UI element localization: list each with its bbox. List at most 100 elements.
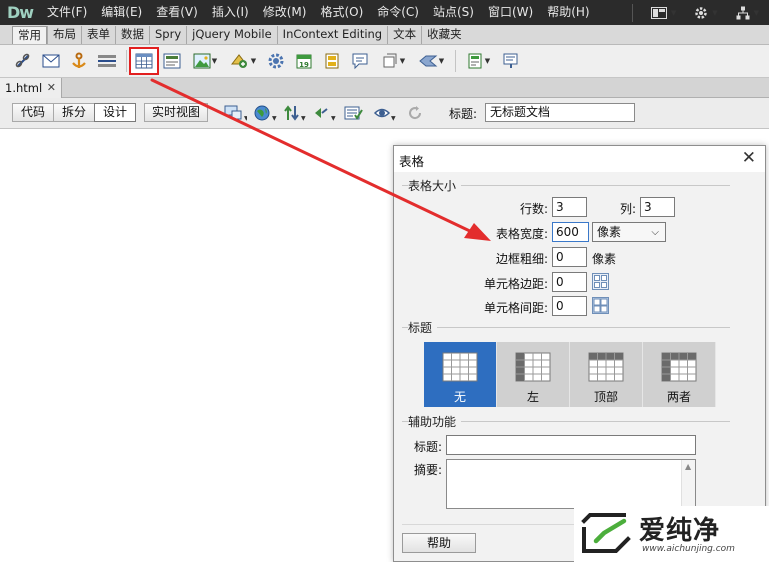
- chevron-down-icon: ▼: [712, 8, 718, 17]
- chevron-down-icon: ▼: [211, 57, 218, 65]
- tab-favorites[interactable]: 收藏夹: [421, 26, 467, 44]
- live-view-button[interactable]: 实时视图: [144, 103, 209, 122]
- help-button[interactable]: 帮助: [402, 533, 476, 553]
- border-thickness-input[interactable]: 0: [552, 247, 587, 267]
- validate-icon: [344, 106, 363, 120]
- chevron-down-icon: ▼: [250, 57, 257, 65]
- summary-textarea[interactable]: ▲: [446, 459, 696, 509]
- head-dropdown-button[interactable]: ▼: [375, 49, 411, 73]
- document-title-input[interactable]: 无标题文档: [485, 103, 635, 122]
- table-width-input[interactable]: 600: [552, 222, 589, 242]
- section-divider: [402, 327, 730, 328]
- tab-common[interactable]: 常用: [12, 26, 47, 44]
- comment-button[interactable]: [347, 49, 373, 73]
- document-tab-1-html[interactable]: 1.html ✕: [0, 78, 62, 98]
- menu-file[interactable]: 文件(F): [40, 0, 94, 25]
- cell-spacing-input[interactable]: 0: [552, 296, 587, 316]
- preview-in-browser-button[interactable]: ▼: [252, 102, 278, 124]
- script-icon: [419, 55, 438, 67]
- menu-bar: Dw 文件(F) 编辑(E) 查看(V) 插入(I) 修改(M) 格式(O) 命…: [0, 0, 769, 25]
- tab-data[interactable]: 数据: [115, 26, 149, 44]
- eye-icon: ▼: [373, 108, 396, 122]
- multiscreen-button[interactable]: ▼: [222, 102, 248, 124]
- header-option-left[interactable]: 左: [497, 342, 570, 407]
- div-icon: [163, 53, 181, 69]
- width-unit-select[interactable]: 像素 ⌵: [592, 222, 666, 242]
- cell-padding-input[interactable]: 0: [552, 272, 587, 292]
- menu-divider: [631, 3, 633, 22]
- summary-scrollbar[interactable]: ▲: [681, 460, 695, 508]
- chevron-down-icon: ▼: [753, 8, 759, 17]
- tab-jquery-mobile[interactable]: jQuery Mobile: [186, 26, 277, 44]
- table-both-header-icon: [661, 352, 697, 382]
- refresh-button[interactable]: [402, 102, 428, 124]
- split-view-button[interactable]: 拆分: [53, 103, 96, 122]
- header-option-both[interactable]: 两者: [643, 342, 716, 407]
- media-dropdown-button[interactable]: ▼: [225, 49, 261, 73]
- widget-button[interactable]: [263, 49, 289, 73]
- file-management-button[interactable]: ▼: [282, 102, 308, 124]
- tab-forms[interactable]: 表单: [81, 26, 115, 44]
- browser-check-button[interactable]: ▼: [312, 102, 338, 124]
- tab-spry[interactable]: Spry: [149, 26, 186, 44]
- templates-dropdown-button[interactable]: ▼: [460, 49, 496, 73]
- site-manager-button[interactable]: ▼: [736, 6, 759, 20]
- columns-input[interactable]: 3: [640, 197, 675, 217]
- email-link-button[interactable]: [38, 49, 64, 73]
- summary-label: 摘要:: [413, 463, 442, 477]
- header-heading: 标题: [408, 319, 438, 336]
- hyperlink-button[interactable]: [10, 49, 36, 73]
- header-option-none[interactable]: 无: [424, 342, 497, 407]
- dialog-title: 表格: [399, 154, 425, 169]
- caption-input[interactable]: [446, 435, 696, 455]
- tab-layout[interactable]: 布局: [47, 26, 81, 44]
- cell-spacing-label: 单元格间距:: [483, 301, 548, 315]
- menu-modify[interactable]: 修改(M): [256, 0, 314, 25]
- menu-window[interactable]: 窗口(W): [481, 0, 540, 25]
- email-icon: [42, 54, 60, 68]
- tab-text[interactable]: 文本: [387, 26, 421, 44]
- template-icon: [468, 53, 482, 69]
- extensions-button[interactable]: ▼: [694, 6, 718, 20]
- close-icon[interactable]: ✕: [47, 81, 56, 94]
- svg-text:19: 19: [299, 61, 309, 69]
- design-view-button[interactable]: 设计: [94, 103, 137, 122]
- svg-text:▼: ▼: [331, 115, 336, 122]
- visual-aids-button[interactable]: ▼: [372, 102, 398, 124]
- dreamweaver-logo: Dw: [6, 3, 34, 22]
- server-include-button[interactable]: [319, 49, 345, 73]
- scroll-up-icon: ▲: [685, 462, 692, 471]
- menu-items: 文件(F) 编辑(E) 查看(V) 插入(I) 修改(M) 格式(O) 命令(C…: [40, 0, 597, 25]
- code-view-button[interactable]: 代码: [12, 103, 55, 122]
- caption-label: 标题:: [413, 440, 442, 454]
- cog-icon: [268, 53, 284, 69]
- insert-div-button[interactable]: [159, 49, 185, 73]
- header-option-top[interactable]: 顶部: [570, 342, 643, 407]
- images-dropdown-button[interactable]: ▼: [187, 49, 223, 73]
- close-icon[interactable]: ✕: [742, 148, 756, 168]
- menu-format[interactable]: 格式(O): [313, 0, 370, 25]
- tab-incontext-editing[interactable]: InContext Editing: [276, 26, 387, 44]
- rows-input[interactable]: 3: [552, 197, 587, 217]
- menu-view[interactable]: 查看(V): [149, 0, 205, 25]
- date-button[interactable]: 19: [291, 49, 317, 73]
- menu-site[interactable]: 站点(S): [426, 0, 481, 25]
- updown-arrows-icon: ▼: [284, 105, 306, 122]
- layout-switcher-button[interactable]: ▼: [650, 6, 676, 19]
- named-anchor-button[interactable]: [66, 49, 92, 73]
- menu-commands[interactable]: 命令(C): [370, 0, 426, 25]
- header-option-left-label: 左: [526, 390, 539, 404]
- width-unit-value: 像素: [597, 225, 622, 239]
- svg-text:▼: ▼: [272, 115, 277, 122]
- workspace-controls: ▼ ▼ ▼: [631, 0, 759, 25]
- tag-chooser-button[interactable]: [498, 49, 524, 73]
- menu-edit[interactable]: 编辑(E): [94, 0, 149, 25]
- menu-help[interactable]: 帮助(H): [540, 0, 596, 25]
- horizontal-rule-button[interactable]: [94, 49, 120, 73]
- menu-insert[interactable]: 插入(I): [205, 0, 256, 25]
- insert-panel-tabs: 常用 布局 表单 数据 Spry jQuery Mobile InContext…: [0, 25, 769, 45]
- script-dropdown-button[interactable]: ▼: [413, 49, 449, 73]
- globe-icon: ▼: [254, 105, 277, 122]
- insert-table-button[interactable]: [129, 47, 159, 75]
- validate-markup-button[interactable]: [342, 102, 368, 124]
